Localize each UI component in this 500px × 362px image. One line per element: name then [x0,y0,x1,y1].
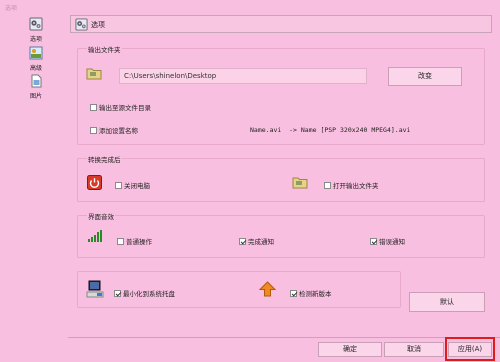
ok-button[interactable]: 确定 [318,342,382,357]
checkbox-box [90,126,97,134]
checkbox-label: 关闭电脑 [124,182,150,190]
add-settings-name-checkbox[interactable]: 添加设置名称 [90,125,138,135]
error-notify-checkbox[interactable]: 错误通知 [370,236,405,246]
folder-icon [86,68,102,80]
panel-header: 选项 [70,15,492,33]
checkbox-box [290,289,297,297]
checkbox-label: 普通操作 [126,238,152,246]
default-button[interactable]: 默认 [409,292,485,312]
minimize-to-tray-checkbox[interactable]: 最小化到系统托盘 [114,288,175,298]
checkbox-box [90,103,97,111]
sidebar-item-label: 图片 [29,93,42,100]
open-output-folder-checkbox[interactable]: 打开输出文件夹 [324,180,379,190]
system-tray-icon [86,280,104,298]
checkbox-label: 输出至源文件目录 [99,104,151,112]
checkbox-label: 打开输出文件夹 [333,182,379,190]
window-title: 选项 [5,5,18,12]
cancel-button[interactable]: 取消 [384,342,444,357]
gear-advanced-icon [29,46,43,60]
power-icon [87,175,102,190]
save-to-source-checkbox[interactable]: 输出至源文件目录 [90,102,151,112]
picture-icon [31,74,42,88]
checkbox-label: 添加设置名称 [99,127,138,135]
checkbox-box [370,237,377,245]
checkbox-box [239,237,246,245]
group-title: 输出文件夹 [87,44,122,54]
apply-highlight-box [445,337,495,361]
gear-icon [75,18,88,31]
change-folder-button[interactable]: 改变 [388,67,462,86]
title-bar: 选项 [0,0,500,14]
footer-divider [68,337,500,338]
sidebar-item-label: 选项 [29,36,42,43]
gear-icon [29,17,43,31]
checkbox-label: 最小化到系统托盘 [123,290,175,298]
sidebar-item-label: 高级 [29,65,42,72]
check-update-checkbox[interactable]: 检测新版本 [290,288,332,298]
panel-title: 选项 [91,21,105,29]
complete-notify-checkbox[interactable]: 完成通知 [239,236,274,246]
checkbox-box [114,289,121,297]
naming-example: Name.avi -> Name [PSP 320x240 MPEG4].avi [250,126,411,134]
sidebar-item-advanced[interactable]: 高级 [22,46,50,72]
checkbox-box [117,237,124,245]
folder-icon [292,177,308,189]
update-arrow-icon [259,281,276,297]
shutdown-checkbox[interactable]: 关闭电脑 [115,180,150,190]
sidebar-item-options[interactable]: 选项 [22,17,50,43]
checkbox-box [324,181,331,189]
checkbox-label: 检测新版本 [299,290,332,298]
group-title: 界面音效 [87,211,115,221]
group-title: 转换完成后 [87,154,122,164]
volume-bars-icon [88,230,102,242]
sidebar-item-picture[interactable]: 图片 [22,74,50,100]
normal-operation-checkbox[interactable]: 普通操作 [117,236,152,246]
checkbox-label: 完成通知 [248,238,274,246]
output-path-field[interactable] [119,68,367,84]
checkbox-box [115,181,122,189]
checkbox-label: 错误通知 [379,238,405,246]
